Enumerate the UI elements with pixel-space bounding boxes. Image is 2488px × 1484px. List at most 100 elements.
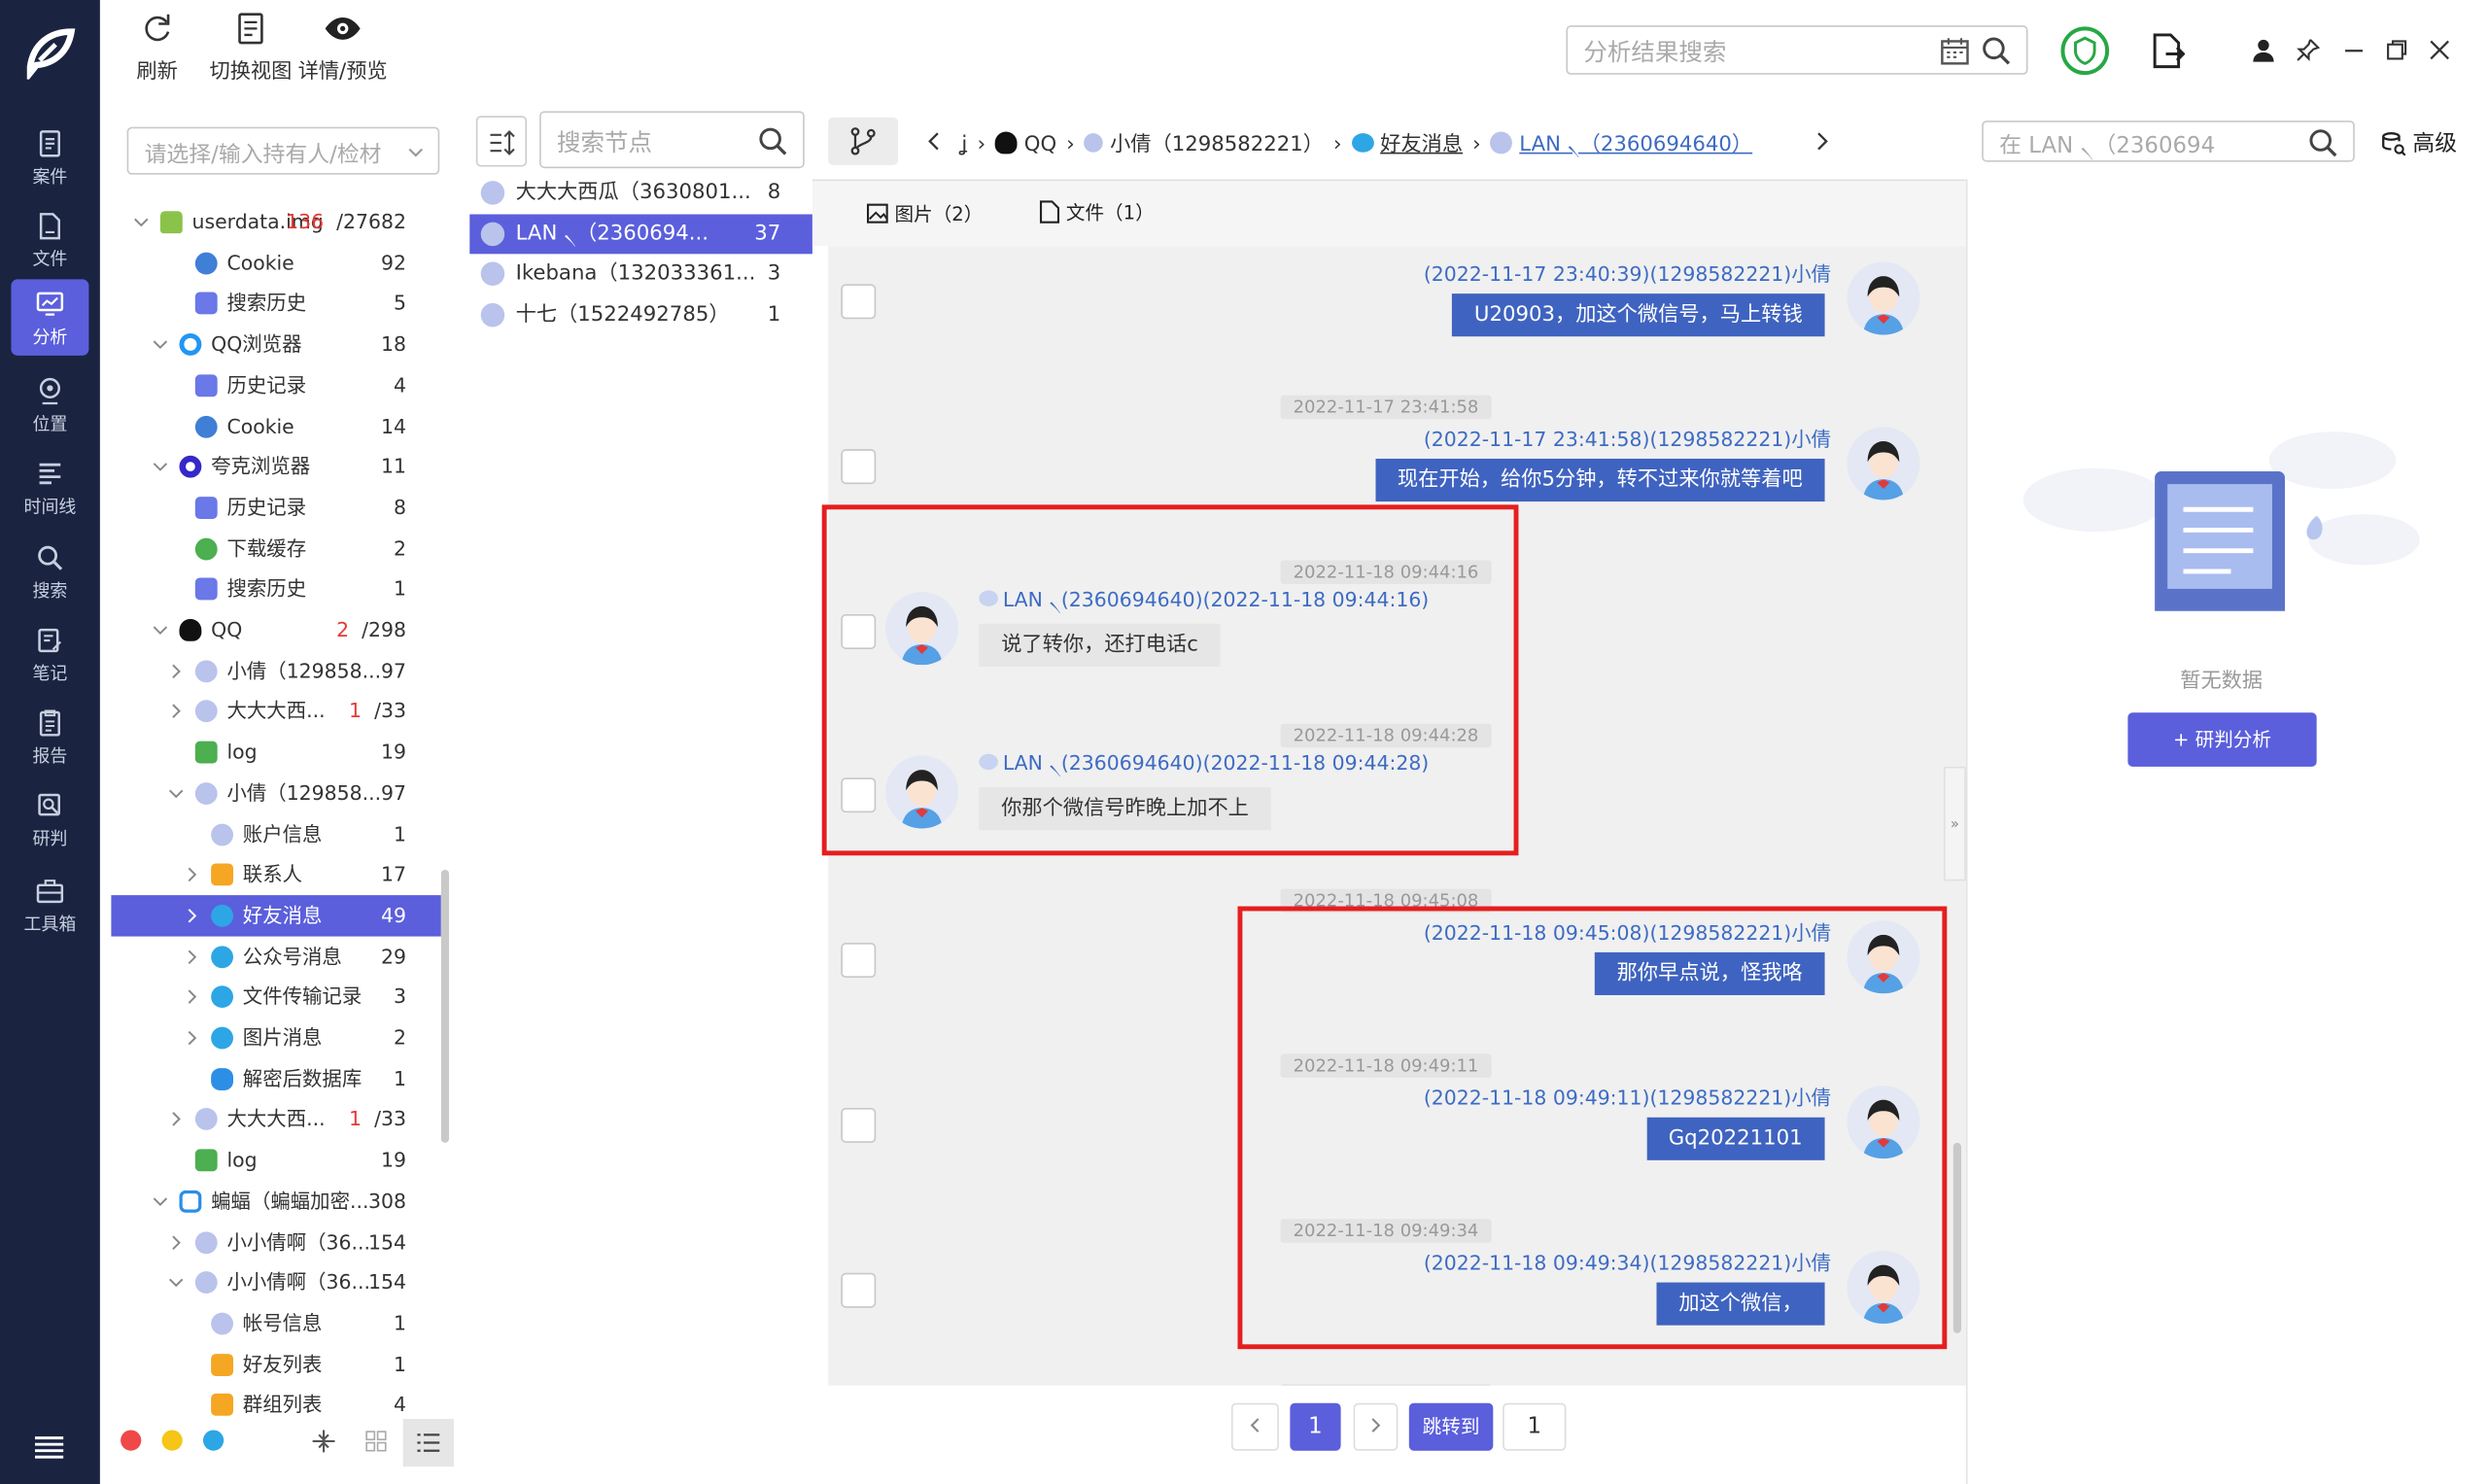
rail-item-case[interactable]: 案件: [11, 119, 88, 194]
calendar-icon[interactable]: [1939, 35, 1971, 67]
tree-node[interactable]: 帐号信息 1: [111, 1303, 441, 1344]
close-icon[interactable]: [2428, 38, 2451, 61]
tree-node[interactable]: Cookie 14: [111, 405, 441, 446]
node-list-item[interactable]: 十七（1522492785） 1: [469, 295, 812, 336]
chevron-down-icon[interactable]: [168, 1275, 184, 1291]
rail-item-judge[interactable]: 研判: [11, 781, 88, 857]
expand-panel-handle[interactable]: »: [1943, 766, 1966, 881]
contact-avatar[interactable]: [1847, 427, 1920, 500]
maximize-icon[interactable]: [2385, 38, 2408, 61]
breadcrumb-item-contact[interactable]: LAN ৲（2360694640）: [1519, 133, 1752, 156]
rail-item-location[interactable]: 位置: [11, 366, 88, 442]
tree-node[interactable]: log 19: [111, 1140, 441, 1181]
jump-to-button[interactable]: 跳转到: [1408, 1402, 1494, 1451]
message-select-checkbox[interactable]: [841, 943, 877, 979]
tree-node[interactable]: 账户信息 1: [111, 813, 441, 854]
chevron-right-icon[interactable]: [184, 908, 199, 923]
tree-node[interactable]: QQ 2/298: [111, 609, 441, 650]
breadcrumb-item-1[interactable]: ʝ: [961, 133, 967, 156]
page-number-current[interactable]: 1: [1290, 1402, 1341, 1451]
breadcrumb-item-qq[interactable]: QQ: [1024, 133, 1056, 156]
minimize-icon[interactable]: [2342, 38, 2366, 61]
breadcrumb-item-account[interactable]: 小倩（1298582221）: [1110, 133, 1324, 156]
tree-node[interactable]: 夸克浏览器 11: [111, 446, 441, 487]
tree-node[interactable]: 下载缓存 2: [111, 528, 441, 569]
pin-icon[interactable]: [2296, 38, 2320, 61]
advanced-search-button[interactable]: 高级: [2380, 127, 2457, 159]
collapse-all-icon[interactable]: [311, 1429, 336, 1454]
chevron-right-icon[interactable]: [168, 1112, 184, 1127]
chevron-down-icon[interactable]: [153, 336, 168, 352]
rail-item-timeline[interactable]: 时间线: [11, 449, 88, 525]
rail-item-report[interactable]: 报告: [11, 699, 88, 775]
breadcrumb-item-friend-msg[interactable]: 好友消息: [1380, 133, 1463, 156]
tree-node[interactable]: 小小倩啊（36... 154: [111, 1222, 441, 1262]
tree-node[interactable]: 大大大西... 1/33: [111, 1099, 441, 1140]
chevron-right-icon[interactable]: [184, 867, 199, 882]
search-icon[interactable]: [1981, 35, 2013, 67]
message-select-checkbox[interactable]: [841, 284, 877, 320]
next-page-button[interactable]: [1353, 1402, 1399, 1451]
tree-node[interactable]: 公众号消息 29: [111, 936, 441, 977]
tree-node[interactable]: 小倩（129858... 97: [111, 650, 441, 691]
contact-avatar[interactable]: [1847, 261, 1920, 335]
detail-preview-button[interactable]: 详情/预览: [295, 10, 391, 85]
branch-button[interactable]: [828, 117, 899, 165]
node-list-item[interactable]: Ikebana（132033361... 3: [469, 255, 812, 295]
chat-scrollbar[interactable]: [1952, 1142, 1961, 1333]
tree-scrollbar[interactable]: [440, 869, 450, 1143]
tree-node[interactable]: 解密后数据库 1: [111, 1058, 441, 1099]
rail-item-file[interactable]: 文件: [11, 201, 88, 277]
tree-node[interactable]: 蝙蝠（蝙蝠加密... 308: [111, 1181, 441, 1222]
chevron-down-icon[interactable]: [153, 1193, 168, 1209]
chevron-down-icon[interactable]: [153, 622, 168, 638]
tree-node[interactable]: 大大大西... 1/33: [111, 691, 441, 732]
tree-node[interactable]: Cookie 92: [111, 242, 441, 283]
sort-button[interactable]: [475, 116, 528, 167]
chevron-left-icon[interactable]: [926, 132, 942, 152]
rail-item-note[interactable]: 笔记: [11, 616, 88, 692]
message-bubble-sent[interactable]: 现在开始，给你5分钟，转不过来你就等着吧: [1375, 458, 1825, 502]
refresh-button[interactable]: 刷新: [130, 10, 185, 85]
menu-icon[interactable]: [34, 1436, 64, 1459]
rail-item-analysis[interactable]: 分析: [11, 279, 89, 356]
export-icon[interactable]: [2150, 32, 2186, 70]
tree-node[interactable]: QQ浏览器 18: [111, 324, 441, 364]
message-select-checkbox[interactable]: [841, 1107, 877, 1143]
prev-page-button[interactable]: [1230, 1402, 1279, 1451]
tree-node[interactable]: 群组列表 4: [111, 1385, 441, 1426]
chevron-right-icon[interactable]: [184, 949, 199, 964]
tree-node[interactable]: 小倩（129858... 97: [111, 773, 441, 813]
rail-item-toolbox[interactable]: 工具箱: [11, 867, 88, 943]
jump-page-input[interactable]: 1: [1503, 1402, 1567, 1451]
tree-node[interactable]: 好友消息 49: [111, 894, 441, 936]
chevron-right-icon[interactable]: [1814, 132, 1829, 152]
tab-files[interactable]: 文件（1）: [1039, 198, 1155, 225]
switch-view-button[interactable]: 切换视图: [206, 10, 294, 85]
tree-node[interactable]: 图片消息 2: [111, 1018, 441, 1058]
tree-node[interactable]: 历史记录 4: [111, 364, 441, 405]
tree-node[interactable]: 历史记录 8: [111, 487, 441, 528]
message-select-checkbox[interactable]: [841, 1272, 877, 1308]
tree-node[interactable]: 小小倩啊（36... 154: [111, 1262, 441, 1303]
chevron-right-icon[interactable]: [168, 663, 184, 678]
chevron-right-icon[interactable]: [168, 704, 184, 719]
node-list-item[interactable]: 大大大西瓜（3630801... 8: [469, 173, 812, 214]
chevron-down-icon[interactable]: [133, 214, 149, 229]
shield-check-icon[interactable]: [2059, 25, 2110, 76]
chevron-down-icon[interactable]: [153, 459, 168, 474]
grid-view-icon[interactable]: [363, 1429, 389, 1454]
tree-node[interactable]: 好友列表 1: [111, 1344, 441, 1385]
node-list-item[interactable]: LAN ৲（2360694... 37: [469, 213, 812, 255]
chat-search-input[interactable]: 在 LAN ৲（2360694: [1982, 121, 2355, 162]
user-icon[interactable]: [2252, 38, 2275, 62]
tree-node[interactable]: 搜索历史 1: [111, 569, 441, 609]
tab-images[interactable]: 图片（2）: [866, 200, 983, 227]
result-search-input[interactable]: 分析结果搜索: [1566, 25, 2028, 75]
judge-analysis-button[interactable]: + 研判分析: [2127, 712, 2317, 767]
chevron-down-icon[interactable]: [168, 785, 184, 801]
tree-node[interactable]: log 19: [111, 732, 441, 773]
tree-node[interactable]: 搜索历史 5: [111, 283, 441, 324]
chevron-right-icon[interactable]: [168, 1234, 184, 1250]
message-bubble-sent[interactable]: U20903，加这个微信号，马上转钱: [1452, 293, 1825, 337]
